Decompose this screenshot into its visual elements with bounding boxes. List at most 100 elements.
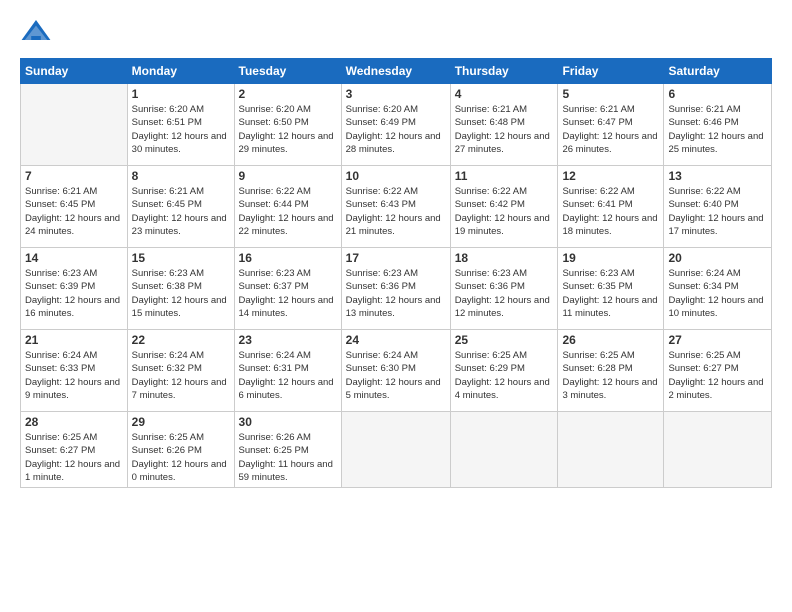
day-cell: 3 Sunrise: 6:20 AMSunset: 6:49 PMDaylight…: [341, 84, 450, 166]
day-number: 19: [562, 251, 659, 265]
day-info: Sunrise: 6:23 AMSunset: 6:37 PMDaylight:…: [239, 267, 337, 320]
day-cell: 11 Sunrise: 6:22 AMSunset: 6:42 PMDayligh…: [450, 166, 558, 248]
day-cell: 6 Sunrise: 6:21 AMSunset: 6:46 PMDaylight…: [664, 84, 772, 166]
day-cell: 20 Sunrise: 6:24 AMSunset: 6:34 PMDayligh…: [664, 248, 772, 330]
day-number: 18: [455, 251, 554, 265]
day-number: 5: [562, 87, 659, 101]
day-cell: 16 Sunrise: 6:23 AMSunset: 6:37 PMDayligh…: [234, 248, 341, 330]
day-info: Sunrise: 6:24 AMSunset: 6:33 PMDaylight:…: [25, 349, 123, 402]
day-number: 29: [132, 415, 230, 429]
day-cell: 10Sunrise: 6:22 AMSunset: 6:43 PMDayligh…: [341, 166, 450, 248]
day-number: 27: [668, 333, 767, 347]
day-cell: 18 Sunrise: 6:23 AMSunset: 6:36 PMDayligh…: [450, 248, 558, 330]
day-number: 23: [239, 333, 337, 347]
day-cell: 14 Sunrise: 6:23 AMSunset: 6:39 PMDayligh…: [21, 248, 128, 330]
day-info: Sunrise: 6:21 AMSunset: 6:46 PMDaylight:…: [668, 103, 767, 156]
day-info: Sunrise: 6:25 AMSunset: 6:28 PMDaylight:…: [562, 349, 659, 402]
day-cell: 30 Sunrise: 6:26 AMSunset: 6:25 PMDayligh…: [234, 412, 341, 488]
day-cell: 8 Sunrise: 6:21 AMSunset: 6:45 PMDaylight…: [127, 166, 234, 248]
day-number: 6: [668, 87, 767, 101]
day-cell: 25Sunrise: 6:25 AMSunset: 6:29 PMDayligh…: [450, 330, 558, 412]
col-header-monday: Monday: [127, 59, 234, 84]
day-number: 14: [25, 251, 123, 265]
day-info: Sunrise: 6:23 AMSunset: 6:36 PMDaylight:…: [455, 267, 554, 320]
day-number: 16: [239, 251, 337, 265]
day-info: Sunrise: 6:24 AMSunset: 6:32 PMDaylight:…: [132, 349, 230, 402]
calendar: SundayMondayTuesdayWednesdayThursdayFrid…: [20, 58, 772, 488]
day-number: 22: [132, 333, 230, 347]
day-cell: 4 Sunrise: 6:21 AMSunset: 6:48 PMDaylight…: [450, 84, 558, 166]
page: SundayMondayTuesdayWednesdayThursdayFrid…: [0, 0, 792, 612]
day-cell: 27 Sunrise: 6:25 AMSunset: 6:27 PMDayligh…: [664, 330, 772, 412]
day-cell: [664, 412, 772, 488]
day-number: 21: [25, 333, 123, 347]
day-number: 11: [455, 169, 554, 183]
day-info: Sunrise: 6:22 AMSunset: 6:42 PMDaylight:…: [455, 185, 554, 238]
day-info: Sunrise: 6:24 AMSunset: 6:31 PMDaylight:…: [239, 349, 337, 402]
day-number: 17: [346, 251, 446, 265]
day-cell: 7 Sunrise: 6:21 AMSunset: 6:45 PMDaylight…: [21, 166, 128, 248]
col-header-sunday: Sunday: [21, 59, 128, 84]
week-row-2: 7 Sunrise: 6:21 AMSunset: 6:45 PMDaylight…: [21, 166, 772, 248]
day-info: Sunrise: 6:20 AMSunset: 6:50 PMDaylight:…: [239, 103, 337, 156]
day-cell: 19Sunrise: 6:23 AMSunset: 6:35 PMDayligh…: [558, 248, 664, 330]
day-info: Sunrise: 6:25 AMSunset: 6:27 PMDaylight:…: [668, 349, 767, 402]
day-number: 12: [562, 169, 659, 183]
day-number: 28: [25, 415, 123, 429]
day-info: Sunrise: 6:21 AMSunset: 6:45 PMDaylight:…: [25, 185, 123, 238]
day-number: 4: [455, 87, 554, 101]
day-number: 13: [668, 169, 767, 183]
day-info: Sunrise: 6:26 AMSunset: 6:25 PMDaylight:…: [239, 431, 337, 484]
day-info: Sunrise: 6:22 AMSunset: 6:44 PMDaylight:…: [239, 185, 337, 238]
day-info: Sunrise: 6:25 AMSunset: 6:26 PMDaylight:…: [132, 431, 230, 484]
day-number: 9: [239, 169, 337, 183]
day-cell: 13 Sunrise: 6:22 AMSunset: 6:40 PMDayligh…: [664, 166, 772, 248]
day-info: Sunrise: 6:21 AMSunset: 6:47 PMDaylight:…: [562, 103, 659, 156]
col-header-thursday: Thursday: [450, 59, 558, 84]
day-cell: 15 Sunrise: 6:23 AMSunset: 6:38 PMDayligh…: [127, 248, 234, 330]
col-header-wednesday: Wednesday: [341, 59, 450, 84]
day-cell: 9 Sunrise: 6:22 AMSunset: 6:44 PMDaylight…: [234, 166, 341, 248]
week-row-1: 1Sunrise: 6:20 AMSunset: 6:51 PMDaylight…: [21, 84, 772, 166]
day-cell: [558, 412, 664, 488]
day-info: Sunrise: 6:25 AMSunset: 6:27 PMDaylight:…: [25, 431, 123, 484]
day-info: Sunrise: 6:22 AMSunset: 6:40 PMDaylight:…: [668, 185, 767, 238]
col-header-friday: Friday: [558, 59, 664, 84]
day-cell: 2Sunrise: 6:20 AMSunset: 6:50 PMDaylight…: [234, 84, 341, 166]
week-row-5: 28 Sunrise: 6:25 AMSunset: 6:27 PMDayligh…: [21, 412, 772, 488]
logo: [20, 16, 56, 48]
day-cell: 28 Sunrise: 6:25 AMSunset: 6:27 PMDayligh…: [21, 412, 128, 488]
day-number: 15: [132, 251, 230, 265]
week-row-3: 14 Sunrise: 6:23 AMSunset: 6:39 PMDayligh…: [21, 248, 772, 330]
day-info: Sunrise: 6:22 AMSunset: 6:41 PMDaylight:…: [562, 185, 659, 238]
day-cell: 5 Sunrise: 6:21 AMSunset: 6:47 PMDaylight…: [558, 84, 664, 166]
day-cell: 24Sunrise: 6:24 AMSunset: 6:30 PMDayligh…: [341, 330, 450, 412]
day-info: Sunrise: 6:25 AMSunset: 6:29 PMDaylight:…: [455, 349, 554, 402]
day-cell: 1Sunrise: 6:20 AMSunset: 6:51 PMDaylight…: [127, 84, 234, 166]
col-header-tuesday: Tuesday: [234, 59, 341, 84]
day-number: 24: [346, 333, 446, 347]
day-cell: 17Sunrise: 6:23 AMSunset: 6:36 PMDayligh…: [341, 248, 450, 330]
logo-icon: [20, 16, 52, 48]
day-number: 1: [132, 87, 230, 101]
header: [20, 16, 772, 48]
calendar-header-row: SundayMondayTuesdayWednesdayThursdayFrid…: [21, 59, 772, 84]
day-info: Sunrise: 6:24 AMSunset: 6:34 PMDaylight:…: [668, 267, 767, 320]
day-info: Sunrise: 6:22 AMSunset: 6:43 PMDaylight:…: [346, 185, 446, 238]
day-info: Sunrise: 6:20 AMSunset: 6:49 PMDaylight:…: [346, 103, 446, 156]
day-cell: 29 Sunrise: 6:25 AMSunset: 6:26 PMDayligh…: [127, 412, 234, 488]
day-number: 3: [346, 87, 446, 101]
col-header-saturday: Saturday: [664, 59, 772, 84]
day-info: Sunrise: 6:21 AMSunset: 6:45 PMDaylight:…: [132, 185, 230, 238]
day-number: 7: [25, 169, 123, 183]
day-cell: 26Sunrise: 6:25 AMSunset: 6:28 PMDayligh…: [558, 330, 664, 412]
day-info: Sunrise: 6:23 AMSunset: 6:38 PMDaylight:…: [132, 267, 230, 320]
day-info: Sunrise: 6:21 AMSunset: 6:48 PMDaylight:…: [455, 103, 554, 156]
day-cell: [341, 412, 450, 488]
week-row-4: 21 Sunrise: 6:24 AMSunset: 6:33 PMDayligh…: [21, 330, 772, 412]
day-cell: [450, 412, 558, 488]
day-number: 20: [668, 251, 767, 265]
day-info: Sunrise: 6:23 AMSunset: 6:39 PMDaylight:…: [25, 267, 123, 320]
day-number: 8: [132, 169, 230, 183]
day-number: 30: [239, 415, 337, 429]
